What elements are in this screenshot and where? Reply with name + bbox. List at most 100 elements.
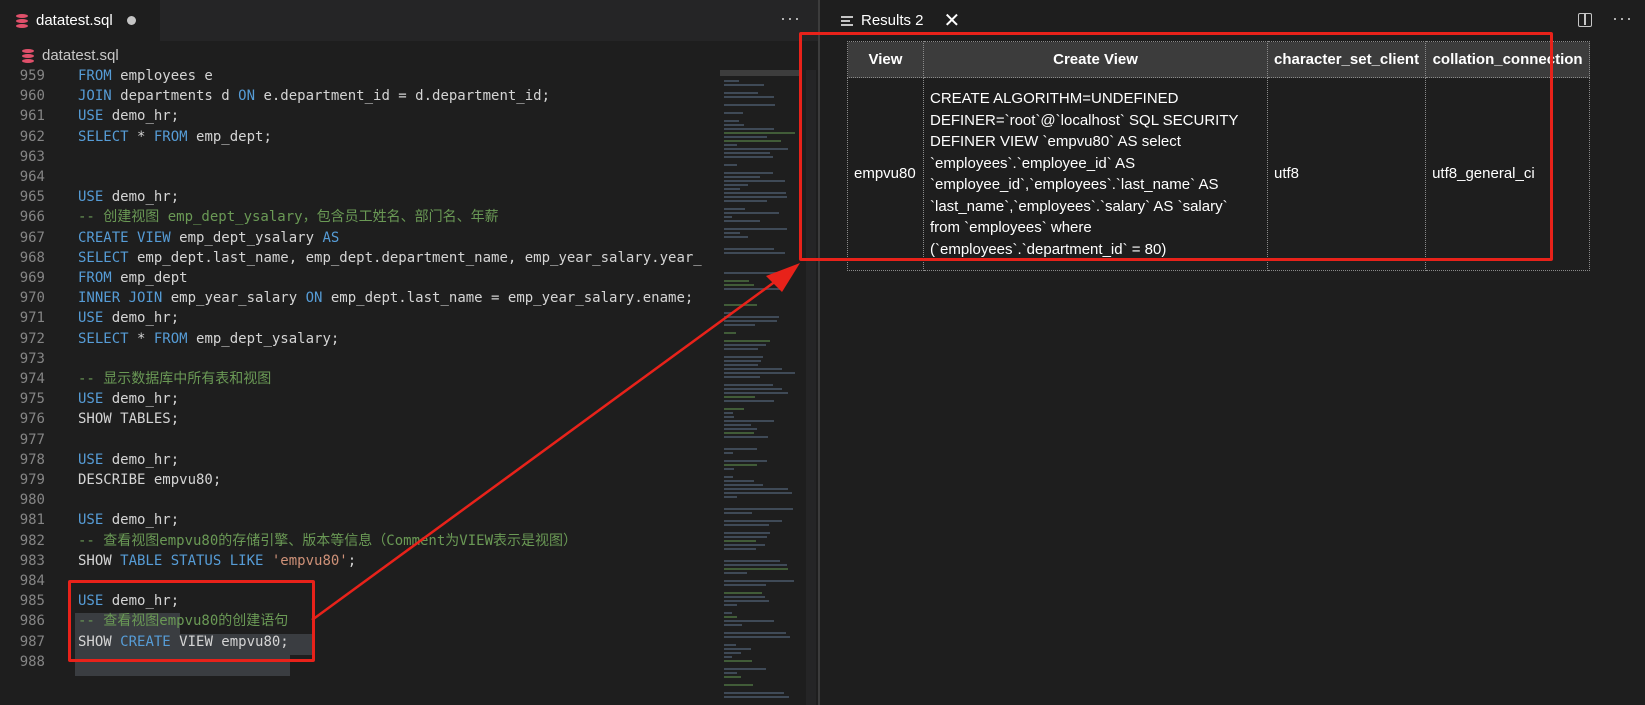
code-token: demo_hr; (103, 391, 180, 408)
minimap-line (724, 620, 774, 622)
code-text[interactable]: FROM employees e (78, 66, 213, 87)
line-number: 967 (19, 229, 45, 246)
code-text[interactable]: USE demo_hr; (78, 106, 179, 127)
column-header-view[interactable]: View (847, 41, 924, 78)
code-text[interactable]: SELECT * FROM emp_dept; (78, 127, 272, 148)
code-text[interactable]: JOIN departments d ON e.department_id = … (78, 86, 550, 107)
minimap-line (724, 416, 734, 418)
code-text[interactable]: -- 创建视图 emp_dept_ysalary，包含员工姓名、部门名、年薪 (78, 207, 499, 228)
code-text[interactable]: USE demo_hr; (78, 187, 179, 208)
code-text[interactable]: SHOW TABLES; (78, 409, 179, 430)
code-token: ; (347, 552, 357, 569)
code-token: FROM (153, 330, 188, 347)
selection-highlight (75, 655, 290, 676)
code-text[interactable]: USE demo_hr; (78, 591, 179, 612)
code-text[interactable]: CREATE VIEW emp_dept_ysalary AS (78, 228, 339, 249)
breadcrumb-file[interactable]: datatest.sql (42, 47, 119, 64)
minimap-line (724, 104, 775, 106)
tab-results-2[interactable]: Results 2 ✕ (820, 0, 972, 41)
more-actions-icon[interactable]: ··· (780, 8, 801, 29)
minimap-line (724, 148, 788, 150)
minimap-line (724, 484, 763, 486)
code-text[interactable]: USE demo_hr; (78, 389, 179, 410)
code-token: emp_dept.last_name, emp_dept.department_… (128, 249, 702, 266)
minimap-line (724, 180, 785, 182)
code-text[interactable]: USE demo_hr; (78, 510, 179, 531)
code-token: emp_year_salary (162, 290, 306, 307)
unsaved-dot-icon[interactable] (126, 16, 136, 25)
minimap-line (724, 144, 737, 146)
minimap-line (724, 284, 754, 286)
minimap-slider[interactable] (720, 70, 802, 76)
cell-create-view[interactable]: CREATE ALGORITHM=UNDEFINED DEFINER=`root… (923, 77, 1268, 271)
close-icon[interactable]: ✕ (944, 11, 961, 31)
code-text[interactable]: -- 显示数据库中所有表和视图 (78, 369, 271, 390)
minimap-line (724, 364, 758, 366)
code-text[interactable]: SELECT * FROM emp_dept_ysalary; (78, 329, 339, 350)
column-header-collation-connection[interactable]: collation_connection (1425, 41, 1591, 78)
code-token: SHOW TABLES; (78, 411, 180, 428)
minimap-line (724, 592, 762, 594)
code-text[interactable]: USE demo_hr; (78, 308, 179, 329)
vertical-scrollbar[interactable] (806, 70, 816, 705)
minimap-line (724, 112, 743, 114)
line-number: 961 (19, 108, 45, 125)
tab-label: datatest.sql (36, 12, 113, 29)
code-text[interactable]: SHOW TABLE STATUS LIKE 'empvu80'; (78, 551, 356, 572)
code-token: VIEW empvu80; (170, 633, 289, 650)
minimap-line (724, 132, 795, 134)
line-number: 975 (19, 391, 45, 408)
code-text[interactable]: FROM emp_dept (78, 268, 188, 289)
minimap-line (724, 272, 785, 274)
minimap-line (724, 212, 779, 214)
code-text[interactable]: USE demo_hr; (78, 450, 179, 471)
code-text[interactable]: DESCRIBE empvu80; (78, 470, 221, 491)
line-number: 987 (19, 633, 45, 650)
minimap-line (724, 220, 760, 222)
cell-view[interactable]: empvu80 (847, 77, 924, 271)
minimap-line (724, 684, 753, 686)
minimap-line (724, 252, 785, 254)
minimap-line (724, 544, 765, 546)
minimap-line (724, 388, 782, 390)
minimap[interactable] (720, 70, 802, 705)
code-token: INNER JOIN (78, 290, 163, 307)
more-actions-icon[interactable]: ··· (1612, 8, 1633, 29)
table-row[interactable]: empvu80 CREATE ALGORITHM=UNDEFINED DEFIN… (847, 77, 1591, 271)
minimap-line (724, 696, 789, 698)
cell-character-set-client[interactable]: utf8 (1266, 77, 1427, 271)
minimap-line (724, 540, 756, 542)
code-token: JOIN (78, 88, 112, 105)
code-token: departments d (111, 88, 239, 105)
minimap-line (724, 616, 737, 618)
results-grid: View Create View character_set_client co… (847, 41, 1591, 271)
code-text[interactable]: -- 查看视图empvu80的存储引擎、版本等信息（Comment为VIEW表示… (78, 531, 577, 552)
tab-datatest-sql[interactable]: datatest.sql (0, 0, 160, 41)
code-token: * (128, 330, 154, 347)
column-header-create-view[interactable]: Create View (923, 41, 1268, 78)
code-text[interactable]: SELECT emp_dept.last_name, emp_dept.depa… (78, 248, 702, 269)
minimap-line (724, 600, 769, 602)
line-number: 986 (19, 613, 45, 630)
line-number: 979 (19, 472, 45, 488)
split-editor-icon[interactable] (1578, 13, 1592, 27)
code-token: demo_hr; (103, 593, 180, 610)
code-text[interactable]: INNER JOIN emp_year_salary ON emp_dept.l… (78, 288, 693, 309)
results-tab-label: Results 2 (861, 12, 924, 29)
code-token: CREATE VIEW (78, 229, 171, 246)
minimap-line (724, 128, 774, 130)
minimap-line (724, 232, 740, 234)
minimap-line (724, 520, 782, 522)
line-number: 978 (19, 451, 45, 468)
code-text[interactable]: -- 查看视图empvu80的创建语句 (78, 611, 288, 632)
line-number: 969 (19, 270, 45, 286)
minimap-line (724, 196, 787, 198)
cell-collation-connection[interactable]: utf8_general_ci (1425, 77, 1591, 271)
minimap-line (724, 420, 774, 422)
code-editor[interactable]: 959 FROM employees e 960 JOIN departments d… (0, 66, 720, 705)
column-header-character-set-client[interactable]: character_set_client (1266, 41, 1427, 78)
code-text[interactable]: SHOW CREATE VIEW empvu80; (78, 632, 289, 653)
code-token: demo_hr; (103, 451, 180, 468)
minimap-line (724, 452, 733, 454)
minimap-line (724, 332, 736, 334)
